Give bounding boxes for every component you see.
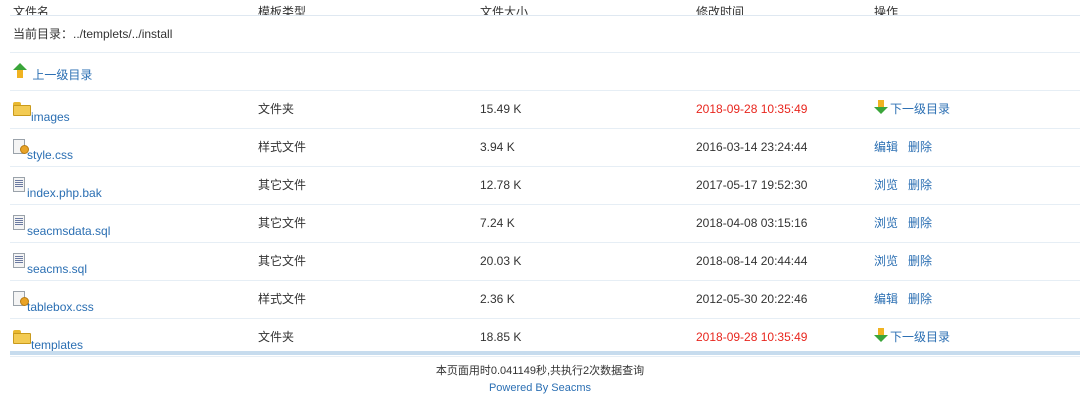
next-level-label: 下一级目录 <box>890 330 951 345</box>
table-row: index.php.bak 其它文件 12.78 K 2017-05-17 19:52… <box>10 167 1080 205</box>
table-header: 文件名 模板类型 文件大小 修改时间 操作 <box>10 0 1080 16</box>
file-type: 文件夹 <box>258 102 295 116</box>
file-size: 15.49 K <box>480 102 522 116</box>
table-bottom-bar <box>10 351 1080 355</box>
folder-icon <box>13 101 31 116</box>
file-size: 7.24 K <box>480 216 515 230</box>
delete-link[interactable]: 删除 <box>908 216 932 230</box>
delete-link[interactable]: 删除 <box>908 178 932 192</box>
edit-link[interactable]: 编辑 <box>874 292 898 306</box>
modified-time: 2018-09-28 10:35:49 <box>696 102 808 116</box>
header-time: 修改时间 <box>696 5 745 16</box>
css-file-icon <box>13 138 29 155</box>
footer-stats: 本页面用时0.041149秒,共执行2次数据查询 <box>435 365 645 377</box>
header-type: 模板类型 <box>258 5 307 16</box>
row-actions: 浏览 删除 <box>874 243 942 280</box>
view-link[interactable]: 浏览 <box>874 178 898 192</box>
file-table: 文件名 模板类型 文件大小 修改时间 操作 当前目录：../templets/.… <box>10 0 1080 357</box>
parent-directory-label[interactable]: 上一级目录 <box>32 57 92 94</box>
row-actions: 下一级目录 <box>874 91 960 128</box>
table-row: tablebox.css 样式文件 2.36 K 2012-05-30 20:22:4… <box>10 281 1080 319</box>
file-type: 其它文件 <box>258 254 307 268</box>
table-row: seacmsdata.sql 其它文件 7.24 K 2018-04-08 03:15… <box>10 205 1080 243</box>
header-action: 操作 <box>874 5 899 16</box>
delete-link[interactable]: 删除 <box>908 292 932 306</box>
file-type: 样式文件 <box>258 292 307 306</box>
parent-directory-row: 上一级目录 <box>10 53 1080 91</box>
delete-link[interactable]: 删除 <box>908 254 932 268</box>
text-file-icon <box>13 176 27 193</box>
next-level-link[interactable]: 下一级目录 <box>874 91 950 128</box>
table-row: style.css 样式文件 3.94 K 2016-03-14 23:24:44 编辑… <box>10 129 1080 167</box>
view-link[interactable]: 浏览 <box>874 254 898 268</box>
file-name-cell: seacmsdata.sql <box>13 205 110 242</box>
file-size: 3.94 K <box>480 140 515 154</box>
table-row: images 文件夹 15.49 K 2018-09-28 10:35:49 下一级目录 <box>10 91 1080 129</box>
file-name-cell: tablebox.css <box>13 281 94 318</box>
down-arrow-icon <box>874 100 888 115</box>
file-name-cell: index.php.bak <box>13 167 102 204</box>
up-arrow-icon <box>13 62 29 79</box>
file-type: 其它文件 <box>258 178 307 192</box>
file-size: 12.78 K <box>480 178 522 192</box>
parent-directory-link[interactable]: 上一级目录 <box>13 53 92 90</box>
file-name-cell: style.css <box>13 129 73 166</box>
next-level-label: 下一级目录 <box>890 102 951 117</box>
css-file-icon <box>13 290 29 307</box>
footer-powered: Powered By Seacms <box>0 382 1080 394</box>
current-directory: 当前目录：../templets/../install <box>13 27 173 41</box>
text-file-icon <box>13 252 27 269</box>
file-size: 20.03 K <box>480 254 522 268</box>
file-type: 样式文件 <box>258 140 307 154</box>
modified-time: 2018-08-14 20:44:44 <box>696 254 808 268</box>
header-name: 文件名 <box>13 5 50 16</box>
delete-link[interactable]: 删除 <box>908 140 932 154</box>
row-actions: 编辑 删除 <box>874 129 942 166</box>
row-actions: 浏览 删除 <box>874 167 942 204</box>
text-file-icon <box>13 214 27 231</box>
modified-time: 2018-04-08 03:15:16 <box>696 216 808 230</box>
header-size: 文件大小 <box>480 5 529 16</box>
modified-time: 2016-03-14 23:24:44 <box>696 140 808 154</box>
file-name-cell: seacms.sql <box>13 243 87 280</box>
row-actions: 浏览 删除 <box>874 205 942 242</box>
modified-time: 2017-05-17 19:52:30 <box>696 178 808 192</box>
edit-link[interactable]: 编辑 <box>874 140 898 154</box>
file-name-cell: images <box>13 91 70 128</box>
view-link[interactable]: 浏览 <box>874 216 898 230</box>
file-type: 其它文件 <box>258 216 307 230</box>
file-name-link[interactable]: templates <box>31 327 83 364</box>
file-size: 2.36 K <box>480 292 515 306</box>
current-directory-row: 当前目录：../templets/../install <box>10 16 1080 53</box>
modified-time: 2012-05-30 20:22:46 <box>696 292 808 306</box>
down-arrow-icon <box>874 328 888 343</box>
row-actions: 编辑 删除 <box>874 281 942 318</box>
powered-by-link[interactable]: Powered By Seacms <box>489 382 591 394</box>
folder-icon <box>13 329 31 344</box>
table-row: seacms.sql 其它文件 20.03 K 2018-08-14 20:44:44… <box>10 243 1080 281</box>
